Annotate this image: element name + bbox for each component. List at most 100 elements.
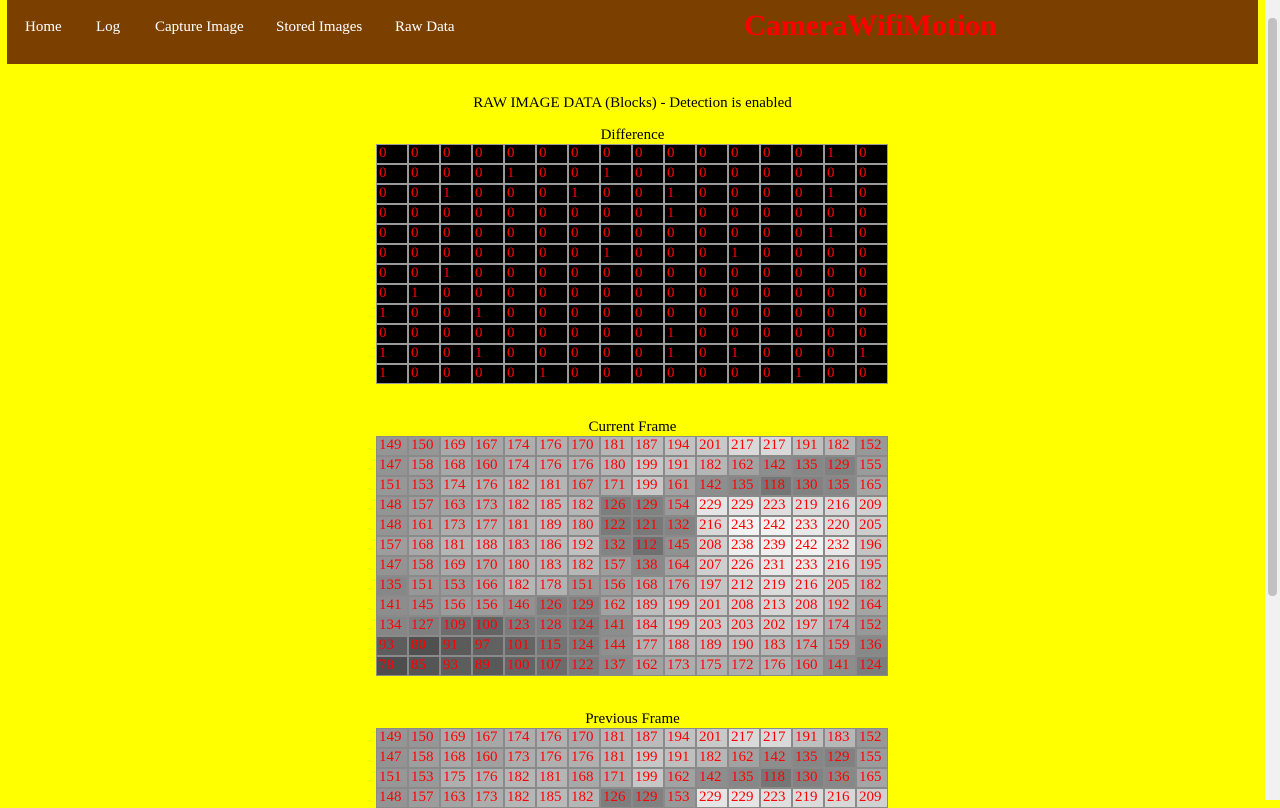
previous-frame-cell: 173 bbox=[472, 788, 504, 808]
difference-cell: 0 bbox=[440, 364, 472, 384]
difference-cell: 0 bbox=[568, 224, 600, 244]
difference-cell: 0 bbox=[856, 144, 888, 164]
current-frame-cell: 219 bbox=[760, 576, 792, 596]
nav-link-raw-data[interactable]: Raw Data bbox=[395, 19, 455, 36]
current-frame-cell: 124 bbox=[568, 636, 600, 656]
difference-cell: 0 bbox=[600, 224, 632, 244]
current-frame-cell: 169 bbox=[440, 556, 472, 576]
difference-cell: 0 bbox=[792, 284, 824, 304]
current-frame-cell: 176 bbox=[760, 656, 792, 676]
current-frame-cell: 195 bbox=[856, 556, 888, 576]
current-frame-cell: 176 bbox=[568, 456, 600, 476]
current-frame-cell: 190 bbox=[728, 636, 760, 656]
difference-cell: 1 bbox=[664, 204, 696, 224]
current-frame-cell: 89 bbox=[472, 656, 504, 676]
current-frame-cell: 118 bbox=[760, 476, 792, 496]
current-frame-cell: 243 bbox=[728, 516, 760, 536]
previous-frame-cell: 168 bbox=[440, 748, 472, 768]
difference-cell: 0 bbox=[472, 144, 504, 164]
current-frame-cell: 112 bbox=[632, 536, 664, 556]
current-frame-cell: 129 bbox=[632, 496, 664, 516]
difference-cell: 0 bbox=[760, 344, 792, 364]
current-frame-cell: 162 bbox=[600, 596, 632, 616]
difference-cell: 0 bbox=[728, 224, 760, 244]
nav-link-home[interactable]: Home bbox=[25, 19, 62, 36]
difference-cell: 0 bbox=[568, 324, 600, 344]
difference-cell: 0 bbox=[408, 364, 440, 384]
difference-cell: 0 bbox=[632, 164, 664, 184]
current-frame-cell: 157 bbox=[600, 556, 632, 576]
previous-frame-cell: 182 bbox=[696, 748, 728, 768]
current-frame-cell: 199 bbox=[664, 616, 696, 636]
scrollbar-thumb[interactable] bbox=[1268, 18, 1277, 596]
current-frame-cell: 182 bbox=[504, 476, 536, 496]
current-frame-cell: 181 bbox=[440, 536, 472, 556]
difference-cell: 0 bbox=[664, 224, 696, 244]
difference-cell: 0 bbox=[504, 144, 536, 164]
previous-frame-cell: 153 bbox=[408, 768, 440, 788]
difference-caption: Difference bbox=[600, 127, 665, 143]
difference-cell: 0 bbox=[856, 324, 888, 344]
previous-frame-cell: 223 bbox=[760, 788, 792, 808]
current-frame-cell: 229 bbox=[728, 496, 760, 516]
nav-link-log[interactable]: Log bbox=[96, 19, 120, 36]
difference-cell: 0 bbox=[632, 304, 664, 324]
difference-cell: 1 bbox=[376, 344, 408, 364]
difference-cell: 0 bbox=[632, 144, 664, 164]
current-frame-cell: 176 bbox=[664, 576, 696, 596]
current-frame-cell: 142 bbox=[760, 456, 792, 476]
current-frame-cell: 124 bbox=[568, 616, 600, 636]
current-frame-cell: 173 bbox=[472, 496, 504, 516]
current-frame-cell: 137 bbox=[600, 656, 632, 676]
difference-cell: 0 bbox=[696, 144, 728, 164]
difference-cell: 1 bbox=[664, 344, 696, 364]
current-frame-cell: 93 bbox=[376, 636, 408, 656]
difference-cell: 0 bbox=[664, 144, 696, 164]
difference-cell: 1 bbox=[728, 244, 760, 264]
difference-cell: 0 bbox=[408, 144, 440, 164]
current-frame-cell: 183 bbox=[760, 636, 792, 656]
previous-frame-cell: 181 bbox=[600, 748, 632, 768]
difference-cell: 0 bbox=[376, 204, 408, 224]
current-frame-cell: 174 bbox=[504, 436, 536, 456]
difference-cell: 0 bbox=[600, 304, 632, 324]
current-frame-cell: 138 bbox=[632, 556, 664, 576]
difference-cell: 0 bbox=[824, 344, 856, 364]
current-frame-cell: 129 bbox=[568, 596, 600, 616]
difference-cell: 0 bbox=[728, 324, 760, 344]
current-frame-caption: Current Frame bbox=[588, 419, 677, 435]
current-frame-cell: 182 bbox=[568, 496, 600, 516]
difference-cell: 0 bbox=[792, 264, 824, 284]
difference-cell: 0 bbox=[696, 324, 728, 344]
previous-frame-cell: 129 bbox=[824, 748, 856, 768]
difference-cell: 0 bbox=[568, 144, 600, 164]
difference-cell: 1 bbox=[376, 364, 408, 384]
current-frame-cell: 176 bbox=[536, 436, 568, 456]
difference-cell: 1 bbox=[856, 344, 888, 364]
difference-cell: 0 bbox=[632, 344, 664, 364]
current-frame-cell: 216 bbox=[824, 496, 856, 516]
difference-cell: 0 bbox=[760, 264, 792, 284]
current-frame-cell: 146 bbox=[504, 596, 536, 616]
current-frame-cell: 192 bbox=[824, 596, 856, 616]
previous-frame-cell: 181 bbox=[536, 768, 568, 788]
difference-cell: 0 bbox=[856, 244, 888, 264]
previous-frame-cell: 176 bbox=[568, 748, 600, 768]
current-frame-cell: 158 bbox=[408, 456, 440, 476]
difference-cell: 0 bbox=[408, 164, 440, 184]
nav-link-stored-images[interactable]: Stored Images bbox=[276, 19, 362, 36]
current-frame-cell: 203 bbox=[696, 616, 728, 636]
current-frame-cell: 141 bbox=[824, 656, 856, 676]
current-frame-cell: 164 bbox=[856, 596, 888, 616]
previous-frame-cell: 150 bbox=[408, 728, 440, 748]
current-frame-cell: 174 bbox=[440, 476, 472, 496]
difference-cell: 0 bbox=[824, 244, 856, 264]
nav-link-capture-image[interactable]: Capture Image bbox=[155, 19, 244, 36]
difference-cell: 1 bbox=[664, 324, 696, 344]
difference-cell: 0 bbox=[664, 284, 696, 304]
difference-cell: 0 bbox=[632, 324, 664, 344]
current-frame-cell: 78 bbox=[376, 656, 408, 676]
difference-cell: 0 bbox=[760, 224, 792, 244]
difference-cell: 0 bbox=[664, 264, 696, 284]
current-frame-cell: 152 bbox=[856, 616, 888, 636]
